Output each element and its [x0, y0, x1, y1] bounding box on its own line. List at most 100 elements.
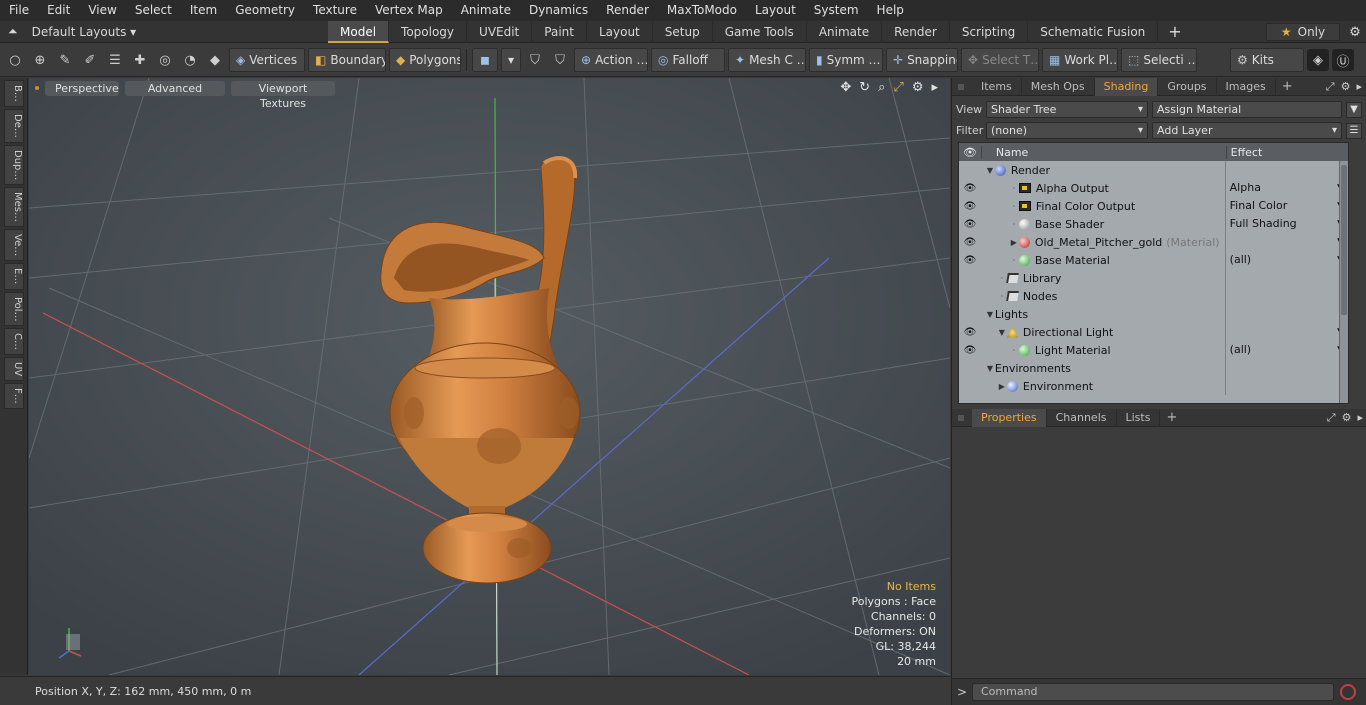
tab-scripting[interactable]: Scripting: [950, 20, 1029, 43]
menu-vertex-map[interactable]: Vertex Map: [366, 0, 452, 21]
tab-layout[interactable]: Layout: [587, 20, 653, 43]
tree-row-effect[interactable]: Final Color▼: [1226, 197, 1348, 215]
properties-expand-icon[interactable]: ⤢: [1327, 409, 1336, 427]
tree-row[interactable]: ▶ Environment: [959, 377, 1348, 395]
eye-icon[interactable]: 👁: [959, 345, 981, 356]
tab-properties[interactable]: Properties: [972, 408, 1047, 427]
tab-images[interactable]: Images: [1217, 77, 1276, 96]
funnel-filter-icon[interactable]: ▼: [1346, 101, 1362, 118]
only-button[interactable]: ★ Only: [1266, 23, 1340, 41]
expand-down-icon[interactable]: ▼: [985, 364, 995, 373]
shield-icon[interactable]: ⛉: [524, 49, 546, 71]
default-layouts-dropdown[interactable]: Default Layouts ▾: [32, 25, 137, 39]
eye-icon[interactable]: 👁: [959, 201, 981, 212]
menu-layout[interactable]: Layout: [746, 0, 805, 21]
tree-row-effect[interactable]: ▼: [1226, 323, 1348, 341]
tree-row-effect[interactable]: Full Shading▼: [1226, 215, 1348, 233]
tree-row[interactable]: 👁 · Base Material (all)▼: [959, 251, 1348, 269]
menu-help[interactable]: Help: [868, 0, 913, 21]
tree-row[interactable]: 👁 · Light Material (all)▼: [959, 341, 1348, 359]
tab-setup[interactable]: Setup: [653, 20, 713, 43]
menu-animate[interactable]: Animate: [452, 0, 520, 21]
tab-paint[interactable]: Paint: [532, 20, 587, 43]
unity-icon[interactable]: ◈: [1307, 49, 1329, 71]
work-plane-button[interactable]: ▦ Work Pl…: [1042, 48, 1118, 72]
item-mode-dropdown[interactable]: ▾: [501, 48, 521, 72]
kits-button[interactable]: ⚙ Kits: [1230, 48, 1304, 72]
panel-arrow-icon[interactable]: ▸: [1356, 78, 1362, 96]
layout-up-icon[interactable]: ⏶: [8, 24, 18, 39]
menu-item[interactable]: Item: [181, 0, 226, 21]
tab-channels[interactable]: Channels: [1047, 408, 1117, 427]
tab-model[interactable]: Model: [328, 20, 390, 43]
globe-icon[interactable]: ⊕: [29, 49, 51, 71]
unreal-icon[interactable]: Ⓤ: [1332, 49, 1354, 71]
expand-icon[interactable]: ⤢: [1326, 78, 1335, 96]
tab-game-tools[interactable]: Game Tools: [713, 20, 807, 43]
action-center-button[interactable]: ⊕ Action …: [574, 48, 648, 72]
shield-alt-icon[interactable]: ⛉: [549, 49, 571, 71]
cube-icon[interactable]: ◆: [204, 49, 226, 71]
circle-select-icon[interactable]: ○: [4, 49, 26, 71]
falloff-button[interactable]: ◎ Falloff: [651, 48, 725, 72]
expand-right-icon[interactable]: ▶: [997, 382, 1007, 391]
tree-row[interactable]: ▼ Lights: [959, 305, 1348, 323]
tab-topology[interactable]: Topology: [389, 20, 468, 43]
left-tab-vertex[interactable]: Ve…: [4, 229, 24, 262]
eye-icon[interactable]: 👁: [959, 183, 981, 194]
eye-icon[interactable]: 👁: [959, 219, 981, 230]
viewport-menu-dot-icon[interactable]: [35, 86, 39, 90]
tab-render[interactable]: Render: [882, 20, 950, 43]
left-tab-polygon[interactable]: Pol…: [4, 291, 24, 327]
effect-column-header[interactable]: Effect: [1225, 145, 1348, 159]
eye-icon[interactable]: 👁: [959, 237, 981, 248]
filter-dropdown[interactable]: (none): [986, 122, 1148, 139]
3d-viewport[interactable]: Perspective Advanced Viewport Textures ✥…: [29, 78, 950, 675]
left-tab-curve[interactable]: C…: [4, 328, 24, 356]
expand-down-icon[interactable]: ▼: [997, 328, 1007, 337]
select-through-button[interactable]: ✥ Select T…: [961, 48, 1039, 72]
tree-row[interactable]: 👁 · Final Color Output Final Color▼: [959, 197, 1348, 215]
eye-icon[interactable]: 👁: [959, 255, 981, 266]
name-column-header[interactable]: Name: [980, 145, 1226, 159]
panel-menu-icon[interactable]: [958, 83, 964, 90]
gear-icon[interactable]: ⚙: [1344, 25, 1366, 40]
left-tab-edge[interactable]: E…: [4, 263, 24, 290]
tree-row[interactable]: · Nodes: [959, 287, 1348, 305]
snapping-button[interactable]: ✛ Snapping: [886, 48, 958, 72]
expand-down-icon[interactable]: ▼: [985, 310, 995, 319]
tab-lists[interactable]: Lists: [1117, 408, 1161, 427]
tree-row[interactable]: 👁 ▶ Old_Metal_Pitcher_gold(Material) ▼: [959, 233, 1348, 251]
menu-render[interactable]: Render: [597, 0, 658, 21]
menu-view[interactable]: View: [79, 0, 125, 21]
add-panel-tab-button[interactable]: +: [1276, 79, 1299, 94]
properties-gear-icon[interactable]: ⚙: [1342, 409, 1352, 427]
square-target-icon[interactable]: ◎: [154, 49, 176, 71]
expand-right-icon[interactable]: ▶: [1009, 238, 1019, 247]
tree-row[interactable]: · Library: [959, 269, 1348, 287]
add-properties-tab-button[interactable]: +: [1160, 410, 1183, 425]
vertices-button[interactable]: ◈ Vertices: [229, 48, 305, 72]
tree-row[interactable]: ▼ Environments: [959, 359, 1348, 377]
left-tab-fusion[interactable]: F…: [4, 383, 24, 410]
menu-geometry[interactable]: Geometry: [226, 0, 304, 21]
viewport-textures-dropdown[interactable]: Viewport Textures: [231, 80, 335, 110]
shader-tree-scrollbar[interactable]: [1339, 161, 1348, 403]
record-macro-icon[interactable]: [1340, 684, 1356, 700]
panel-gear-icon[interactable]: ⚙: [1341, 78, 1351, 96]
view-dropdown[interactable]: Shader Tree: [986, 101, 1148, 118]
transform-icon[interactable]: ✚: [129, 49, 151, 71]
tree-row-effect[interactable]: ▼: [1226, 233, 1348, 251]
tab-groups[interactable]: Groups: [1158, 77, 1217, 96]
properties-arrow-icon[interactable]: ▸: [1357, 409, 1363, 427]
symmetry-button[interactable]: ▮ Symm …: [809, 48, 883, 72]
brush-icon[interactable]: ✐: [79, 49, 101, 71]
selection-sets-button[interactable]: ⬚ Selecti …: [1121, 48, 1197, 72]
list-options-icon[interactable]: ☰: [1346, 122, 1362, 139]
advanced-dropdown[interactable]: Advanced: [125, 80, 225, 96]
tab-shading[interactable]: Shading: [1094, 77, 1159, 96]
mesh-constraints-button[interactable]: ✦ Mesh C …: [728, 48, 806, 72]
clock-icon[interactable]: ◔: [179, 49, 201, 71]
align-icon[interactable]: ☰: [104, 49, 126, 71]
tree-row[interactable]: ▼ Render: [959, 161, 1348, 179]
